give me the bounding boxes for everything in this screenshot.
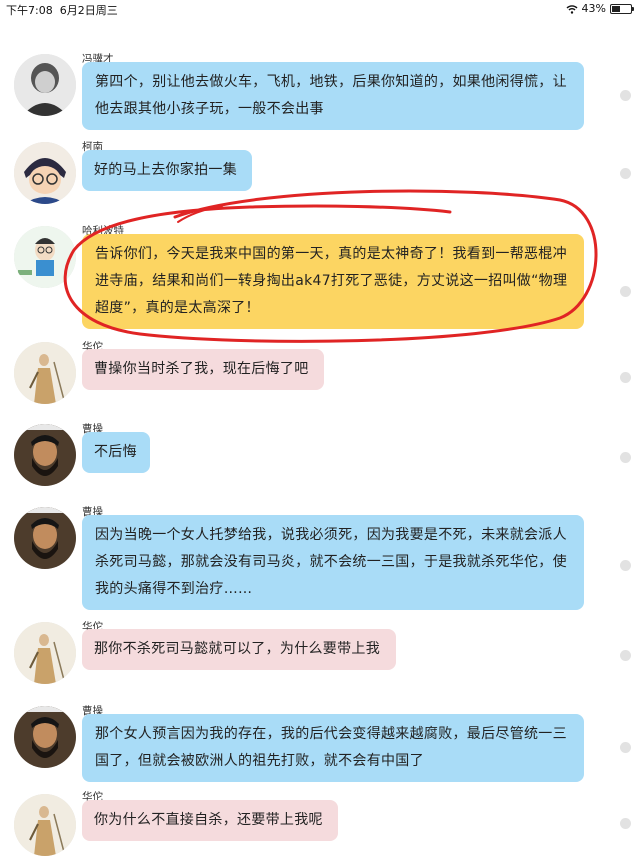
date-text: 6月2日周三 [59,4,118,17]
avatar-portrait-old-man-icon[interactable] [14,54,76,116]
message-bubble[interactable]: 不后悔 [82,432,150,473]
message-bubble[interactable]: 曹操你当时杀了我，现在后悔了吧 [82,349,324,390]
message-bubble[interactable]: 那个女人预言因为我的存在，我的后代会变得越来越腐败，最后尽管统一三国了，但就会被… [82,714,584,782]
wifi-icon [566,4,578,14]
status-dot [620,372,631,383]
avatar-painting-sage-icon[interactable] [14,622,76,684]
status-dot [620,286,631,297]
message-bubble[interactable]: 第四个，别让他去做火车，飞机，地铁，后果你知道的，如果他闲得慌，让他去跟其他小孩… [82,62,584,130]
status-dot [620,818,631,829]
status-dot [620,742,631,753]
avatar-painting-sage-icon[interactable] [14,342,76,404]
status-dot [620,168,631,179]
avatar-painting-sage-icon[interactable] [14,794,76,856]
status-dot [620,90,631,101]
avatar-bearded-man-icon[interactable] [14,507,76,569]
status-dot [620,650,631,661]
status-time: 下午7:08 6月2日周三 [6,2,118,18]
message-bubble[interactable]: 告诉你们，今天是我来中国的第一天，真的是太神奇了！我看到一帮恶棍冲进寺庙，结果和… [82,234,584,329]
battery-icon [610,3,634,14]
message-bubble[interactable]: 那你不杀死司马懿就可以了，为什么要带上我 [82,629,396,670]
avatar-cartoon-boy-glasses-icon[interactable] [14,226,76,288]
battery-percent: 43% [581,2,606,15]
message-bubble[interactable]: 因为当晚一个女人托梦给我，说我必须死，因为我要是不死，未来就会派人杀死司马懿，那… [82,515,584,610]
message-bubble[interactable]: 好的马上去你家拍一集 [82,150,252,191]
avatar-bearded-man-icon[interactable] [14,424,76,486]
battery-fill [612,5,620,12]
status-dot [620,452,631,463]
status-right: 43% [566,2,634,15]
message-bubble[interactable]: 你为什么不直接自杀，还要带上我呢 [82,800,338,841]
status-bar: 下午7:08 6月2日周三 43% [0,0,640,18]
avatar-bearded-man-icon[interactable] [14,706,76,768]
avatar-cartoon-detective-icon[interactable] [14,142,76,204]
status-dot [620,560,631,571]
time-text: 下午7:08 [6,4,53,17]
